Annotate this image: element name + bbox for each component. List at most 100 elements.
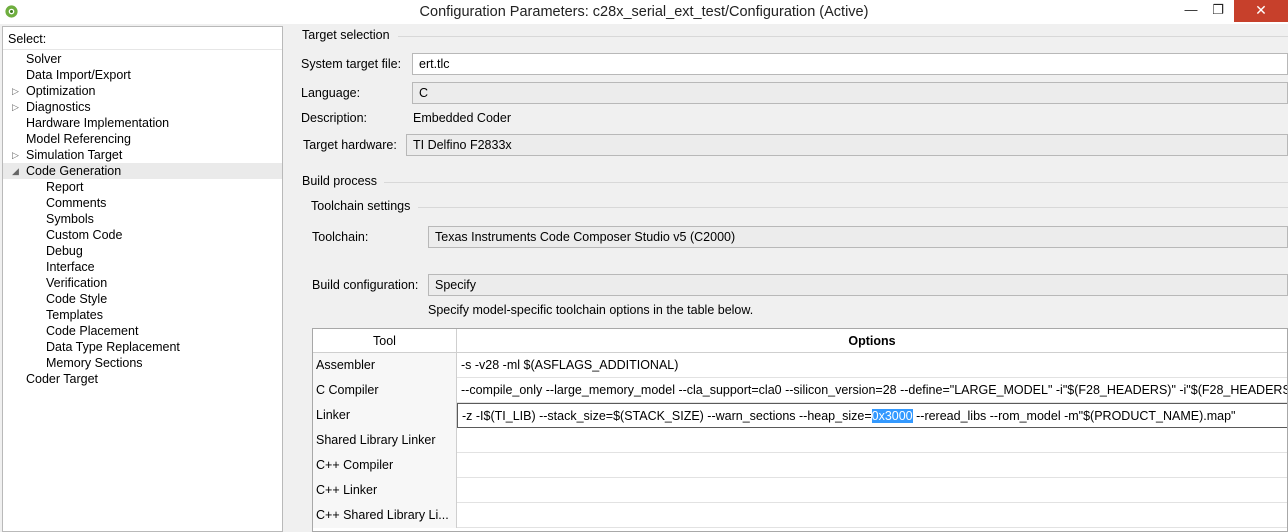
tree-item-label: Code Generation	[26, 164, 122, 178]
build-configuration-select[interactable]: Specify	[428, 274, 1288, 296]
description-value: Embedded Coder	[413, 111, 511, 125]
tool-options-cell[interactable]	[457, 453, 1287, 478]
options-text-before: -z -I$(TI_LIB) --stack_size=$(STACK_SIZE…	[462, 409, 872, 423]
tree-item[interactable]: Debug	[3, 243, 282, 259]
close-button[interactable]: ✕	[1234, 0, 1288, 22]
group-divider	[384, 182, 1288, 183]
tree-item-label: Custom Code	[46, 228, 123, 242]
tree-item-label: Memory Sections	[46, 356, 143, 370]
divider	[3, 49, 282, 50]
tree-item-label: Comments	[46, 196, 107, 210]
description-label: Description:	[301, 111, 367, 125]
table-row[interactable]: C++ Compiler	[313, 453, 1287, 478]
tree-item[interactable]: Data Import/Export	[3, 67, 282, 83]
tool-name-cell: Shared Library Linker	[313, 428, 457, 453]
table-row[interactable]: C++ Shared Library Li...	[313, 503, 1287, 528]
language-select[interactable]: C	[412, 82, 1288, 104]
tree-item-label: Coder Target	[26, 372, 99, 386]
tree-item-label: Verification	[46, 276, 108, 290]
tree-item-label: Diagnostics	[26, 100, 91, 114]
build-process-title: Build process	[302, 174, 378, 188]
table-row[interactable]: C Compiler --compile_only --large_memory…	[313, 378, 1287, 403]
category-tree: Solver Data Import/Export ▷ Optimization ▷ Di…	[3, 51, 282, 387]
tree-item[interactable]: Comments	[3, 195, 282, 211]
tree-item-label: Symbols	[46, 212, 94, 226]
tree-item[interactable]: Data Type Replacement	[3, 339, 282, 355]
table-row[interactable]: C++ Linker	[313, 478, 1287, 503]
build-configuration-label: Build configuration:	[312, 278, 419, 292]
tree-item[interactable]: Verification	[3, 275, 282, 291]
selected-text[interactable]: 0x3000	[871, 409, 913, 423]
tool-name-cell: C Compiler	[313, 378, 457, 403]
table-row[interactable]: Shared Library Linker	[313, 428, 1287, 453]
settings-pane: Target selection System target file: ert…	[288, 24, 1288, 532]
tree-item[interactable]: Symbols	[3, 211, 282, 227]
linker-options-editor[interactable]: -z -I$(TI_LIB) --stack_size=$(STACK_SIZE…	[457, 403, 1287, 428]
tool-name-cell: C++ Shared Library Li...	[313, 503, 457, 528]
table-row[interactable]: Assembler -s -v28 -ml $(ASFLAGS_ADDITION…	[313, 353, 1287, 378]
tree-item[interactable]: Code Placement	[3, 323, 282, 339]
tree-item[interactable]: Memory Sections	[3, 355, 282, 371]
tool-options-cell[interactable]: -s -v28 -ml $(ASFLAGS_ADDITIONAL)	[457, 353, 1287, 378]
tool-options-cell[interactable]: --compile_only --large_memory_model --cl…	[457, 378, 1287, 403]
window-title: Configuration Parameters: c28x_serial_ex…	[419, 4, 869, 20]
options-text-after: --reread_libs --rom_model -m"$(PRODUCT_N…	[912, 409, 1236, 423]
toolchain-label: Toolchain:	[312, 230, 369, 244]
category-tree-panel: Select: Solver Data Import/Export ▷ Optimiz…	[2, 26, 283, 532]
expander-icon[interactable]: ◢	[12, 163, 19, 179]
tree-item-label: Code Placement	[46, 324, 139, 338]
tree-item[interactable]: Hardware Implementation	[3, 115, 282, 131]
language-label: Language:	[301, 86, 361, 100]
system-target-file-label: System target file:	[301, 57, 402, 71]
tree-item[interactable]: ▷ Simulation Target	[3, 147, 282, 163]
tree-item[interactable]: ▷ Optimization	[3, 83, 282, 99]
tool-name-cell: C++ Compiler	[313, 453, 457, 478]
system-target-file-input[interactable]: ert.tlc	[412, 53, 1288, 75]
expander-icon[interactable]: ▷	[12, 99, 19, 115]
group-divider	[418, 207, 1288, 208]
table-header-options[interactable]: Options	[457, 329, 1287, 353]
tree-item[interactable]: Model Referencing	[3, 131, 282, 147]
tree-item-label: Data Import/Export	[26, 68, 131, 82]
tool-name-cell: C++ Linker	[313, 478, 457, 503]
minimize-button[interactable]: —	[1176, 0, 1206, 22]
expander-icon[interactable]: ▷	[12, 83, 19, 99]
tree-item-label: Model Referencing	[26, 132, 131, 146]
tree-item[interactable]: Custom Code	[3, 227, 282, 243]
tree-item-label: Hardware Implementation	[26, 116, 170, 130]
expander-icon[interactable]: ▷	[12, 147, 19, 163]
tool-options-cell[interactable]	[457, 428, 1287, 453]
select-label: Select:	[8, 32, 47, 46]
tree-item-label: Report	[46, 180, 84, 194]
target-hardware-label: Target hardware:	[303, 138, 397, 152]
table-row[interactable]: Linker -z -I$(TI_LIB) --stack_size=$(STA…	[313, 403, 1287, 428]
toolchain-options-table: Tool Options Assembler -s -v28 -ml $(ASF…	[312, 328, 1288, 532]
maximize-button[interactable]: ❐	[1203, 0, 1233, 22]
tree-item[interactable]: Coder Target	[3, 371, 282, 387]
tree-item[interactable]: Code Style	[3, 291, 282, 307]
tree-item-label: Code Style	[46, 292, 108, 306]
toolchain-settings-title: Toolchain settings	[311, 199, 411, 213]
tree-item[interactable]: Interface	[3, 259, 282, 275]
target-hardware-select[interactable]: TI Delfino F2833x	[406, 134, 1288, 156]
build-configuration-hint: Specify model-specific toolchain options…	[428, 303, 754, 317]
tool-name-cell: Linker	[313, 403, 457, 428]
title-bar: Configuration Parameters: c28x_serial_ex…	[0, 0, 1288, 24]
toolchain-select[interactable]: Texas Instruments Code Composer Studio v…	[428, 226, 1288, 248]
tree-item[interactable]: Templates	[3, 307, 282, 323]
table-header-tool[interactable]: Tool	[313, 329, 457, 353]
tree-item[interactable]: ▷ Diagnostics	[3, 99, 282, 115]
tree-item-label: Data Type Replacement	[46, 340, 180, 354]
tree-item[interactable]: Solver	[3, 51, 282, 67]
target-selection-title: Target selection	[302, 28, 390, 42]
tree-item-label: Optimization	[26, 84, 96, 98]
tree-item[interactable]: Report	[3, 179, 282, 195]
tool-options-cell[interactable]	[457, 503, 1287, 528]
tree-item-label: Templates	[46, 308, 103, 322]
tool-options-cell[interactable]	[457, 478, 1287, 503]
group-divider	[398, 36, 1288, 37]
tree-item[interactable]: ◢ Code Generation	[3, 163, 282, 179]
tree-item-label: Debug	[46, 244, 83, 258]
tree-item-label: Solver	[26, 52, 62, 66]
tool-name-cell: Assembler	[313, 353, 457, 378]
